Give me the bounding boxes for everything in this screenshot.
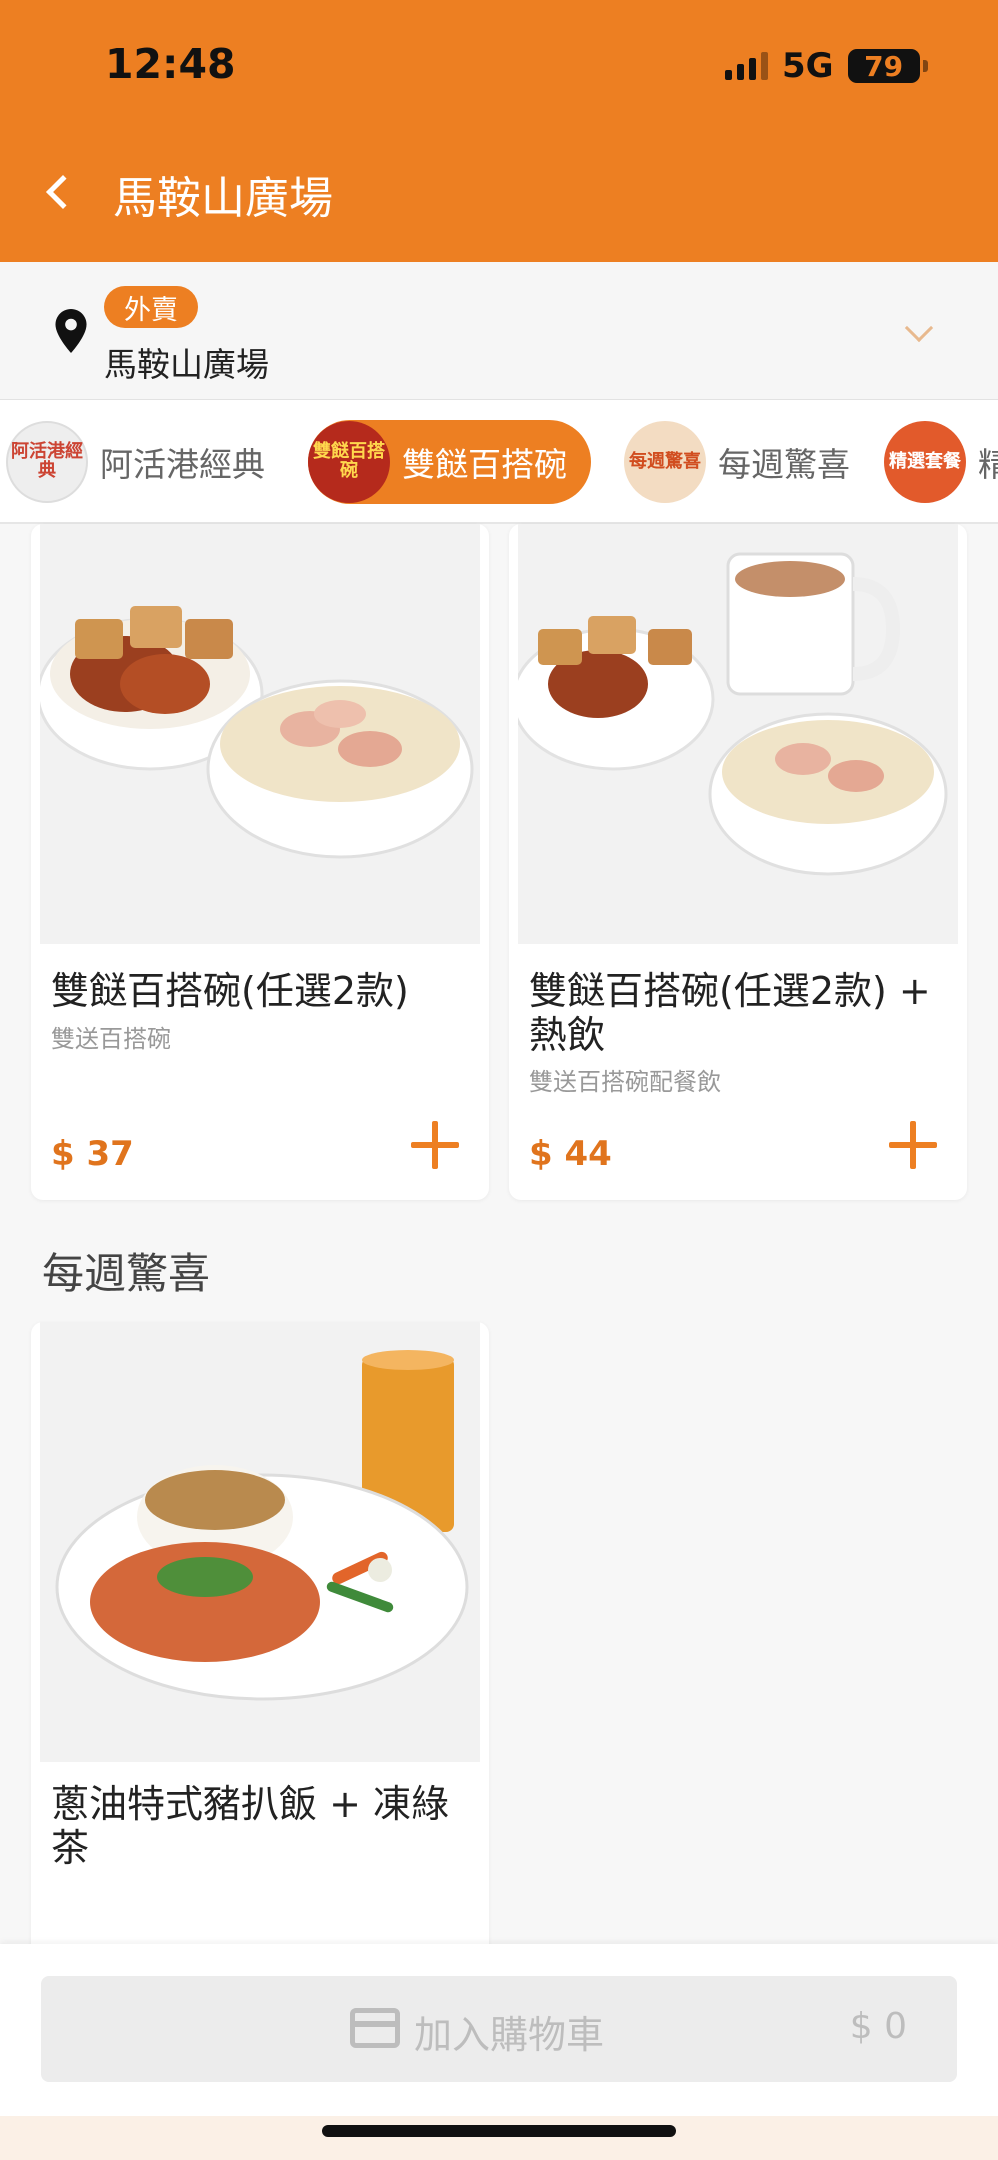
battery-level: 79 — [864, 49, 904, 83]
product-card[interactable]: 雙餸百搭碗(任選2款) 雙送百搭碗 $ 37 — [31, 524, 489, 1200]
signal-icon — [725, 52, 768, 80]
page-title: 馬鞍山廣場 — [113, 173, 333, 224]
cart-button-label: 加入購物車 — [414, 2013, 605, 2057]
tab-label: 雙餸百搭碗 — [402, 445, 567, 484]
product-description: 雙送百搭碗配餐飲 — [529, 1068, 721, 1096]
product-card[interactable]: 蔥油特式豬扒飯 + 凍綠茶 — [31, 1322, 489, 1962]
status-indicators: 5G 79 — [725, 44, 928, 88]
location-pin-icon — [55, 309, 87, 353]
app-header: 12:48 5G 79 馬鞍山廣場 — [0, 0, 998, 262]
weekly-surprise-category-icon: 每週驚喜 — [624, 421, 706, 503]
add-item-button[interactable] — [411, 1121, 459, 1169]
tab-weekly-surprise[interactable]: 每週驚喜 每週驚喜 — [624, 420, 850, 504]
double-bowl-category-icon: 雙餸百搭碗 — [308, 421, 390, 503]
battery-icon: 79 — [847, 49, 928, 83]
add-to-cart-button[interactable]: 加入購物車 $ 0 — [41, 1976, 957, 2082]
product-price: $ 44 — [529, 1134, 612, 1174]
section-title: 每週驚喜 — [42, 1249, 211, 1298]
cart-total: $ 0 — [849, 2006, 907, 2047]
tab-double-bowl[interactable]: 雙餸百搭碗 雙餸百搭碗 — [308, 420, 591, 504]
network-type: 5G — [782, 46, 834, 86]
order-mode-badge: 外賣 — [104, 286, 198, 328]
status-time: 12:48 — [105, 40, 236, 88]
food-image — [518, 524, 958, 944]
product-name: 雙餸百搭碗(任選2款) + 熱飲 — [529, 969, 931, 1057]
add-item-button[interactable] — [889, 1121, 937, 1169]
tab-classic[interactable]: 阿活港經典 阿活港經典 — [6, 420, 265, 504]
set-meal-category-icon: 精選套餐 — [884, 421, 966, 503]
credit-card-icon — [350, 2008, 400, 2048]
tab-set-meal[interactable]: 精選套餐 精 — [884, 420, 998, 504]
product-name: 蔥油特式豬扒飯 + 凍綠茶 — [51, 1782, 449, 1870]
food-image — [40, 524, 480, 944]
product-name: 雙餸百搭碗(任選2款) — [51, 969, 409, 1013]
product-description: 雙送百搭碗 — [51, 1025, 171, 1053]
bottom-safe-area — [0, 2116, 998, 2160]
tab-label: 阿活港經典 — [100, 445, 265, 484]
product-price: $ 37 — [51, 1134, 134, 1174]
food-image — [40, 1322, 480, 1762]
category-tabs: 阿活港經典 阿活港經典 雙餸百搭碗 雙餸百搭碗 每週驚喜 每週驚喜 精選套餐 精 — [0, 400, 998, 524]
tab-label: 精 — [978, 438, 998, 486]
product-card[interactable]: 雙餸百搭碗(任選2款) + 熱飲 雙送百搭碗配餐飲 $ 44 — [509, 524, 967, 1200]
back-button[interactable] — [36, 162, 80, 222]
classic-category-icon: 阿活港經典 — [6, 421, 88, 503]
store-name: 馬鞍山廣場 — [104, 345, 269, 384]
home-indicator[interactable] — [322, 2125, 676, 2137]
tab-label: 每週驚喜 — [718, 445, 850, 484]
chevron-left-icon — [46, 175, 80, 209]
location-selector[interactable]: 外賣 馬鞍山廣場 — [0, 262, 998, 400]
